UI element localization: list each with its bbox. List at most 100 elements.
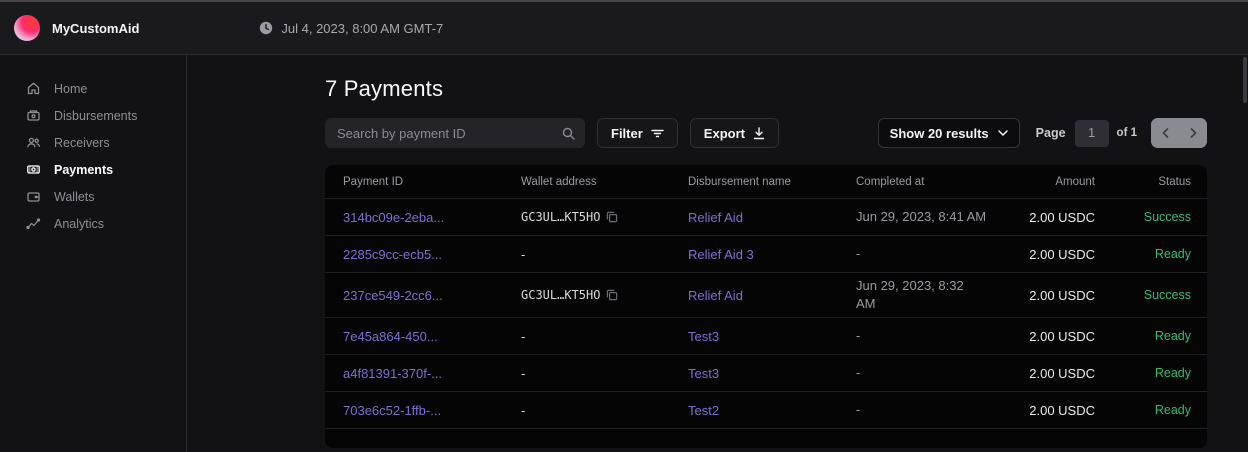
table-row-partial xyxy=(325,428,1207,448)
status-badge: Success xyxy=(1095,210,1207,224)
filter-button[interactable]: Filter xyxy=(597,118,678,148)
wallet-address-text: - xyxy=(521,329,525,344)
payments-icon xyxy=(26,162,41,177)
search-icon xyxy=(562,127,575,140)
column-header: Payment ID xyxy=(325,176,521,188)
payment-id-link[interactable]: 703e6c52-1ffb-... xyxy=(325,403,521,418)
disbursement-link[interactable]: Relief Aid xyxy=(688,210,856,225)
sidebar-item-disbursements[interactable]: Disbursements xyxy=(0,102,186,129)
results-per-page-select[interactable]: Show 20 results xyxy=(878,118,1020,148)
sidebar-item-analytics[interactable]: Analytics xyxy=(0,210,186,237)
pager-buttons xyxy=(1151,118,1207,148)
payment-id-link[interactable]: 2285c9cc-ecb5... xyxy=(325,247,521,262)
export-button-label: Export xyxy=(704,126,745,141)
payment-id-link[interactable]: 7e45a864-450... xyxy=(325,329,521,344)
pagination: Show 20 results Page of 1 xyxy=(878,118,1207,148)
table-row: a4f81391-370f-...-Test3-2.00 USDCReady xyxy=(325,354,1207,391)
next-page-button[interactable] xyxy=(1179,118,1207,148)
wallet-address-text: - xyxy=(521,403,525,418)
wallet-address-text: GC3UL…KT5HO xyxy=(521,288,600,302)
wallet-address: - xyxy=(521,329,688,344)
disbursement-link[interactable]: Test3 xyxy=(688,329,856,344)
sidebar-item-wallets[interactable]: Wallets xyxy=(0,183,186,210)
completed-at: - xyxy=(856,245,1016,263)
scrollbar-thumb[interactable] xyxy=(1243,57,1247,103)
brand-name: MyCustomAid xyxy=(52,21,139,36)
payment-id-link[interactable]: 314bc09e-2eba... xyxy=(325,210,521,225)
sidebar-item-label: Disbursements xyxy=(54,109,137,123)
copy-icon[interactable] xyxy=(606,211,618,223)
payments-table: Payment IDWallet addressDisbursement nam… xyxy=(325,165,1207,448)
page-number-input[interactable] xyxy=(1075,120,1109,147)
wallet-address: GC3UL…KT5HO xyxy=(521,288,688,302)
page-label: Page xyxy=(1036,126,1066,140)
table-body: 314bc09e-2eba...GC3UL…KT5HORelief AidJun… xyxy=(325,198,1207,428)
table-row: 7e45a864-450...-Test3-2.00 USDCReady xyxy=(325,317,1207,354)
sidebar-item-label: Payments xyxy=(54,163,113,177)
sidebar-item-label: Analytics xyxy=(54,217,104,231)
home-icon xyxy=(26,81,41,96)
table-header-row: Payment IDWallet addressDisbursement nam… xyxy=(325,165,1207,198)
wallet-address: - xyxy=(521,247,688,262)
status-badge: Ready xyxy=(1095,366,1207,380)
column-header: Wallet address xyxy=(521,176,688,188)
prev-page-button[interactable] xyxy=(1151,118,1179,148)
disbursement-link[interactable]: Relief Aid xyxy=(688,288,856,303)
sidebar: Home Disbursements Receivers Payments Wallet… xyxy=(0,55,187,452)
disbursement-link[interactable]: Test3 xyxy=(688,366,856,381)
status-badge: Success xyxy=(1095,288,1207,302)
clock-icon xyxy=(259,21,273,35)
export-button[interactable]: Export xyxy=(690,118,779,148)
column-header: Completed at xyxy=(856,176,1016,188)
completed-at: Jun 29, 2023, 8:32 AM xyxy=(856,277,1016,313)
completed-at: - xyxy=(856,401,1016,419)
table-row: 703e6c52-1ffb-...-Test2-2.00 USDCReady xyxy=(325,391,1207,428)
timestamp: Jul 4, 2023, 8:00 AM GMT-7 xyxy=(281,21,443,36)
sidebar-item-label: Home xyxy=(54,82,87,96)
amount: 2.00 USDC xyxy=(1016,329,1095,344)
wallet-address: - xyxy=(521,403,688,418)
sidebar-item-home[interactable]: Home xyxy=(0,75,186,102)
status-badge: Ready xyxy=(1095,329,1207,343)
completed-at: - xyxy=(856,364,1016,382)
filter-icon xyxy=(651,128,664,139)
chevron-down-icon xyxy=(998,130,1008,136)
amount: 2.00 USDC xyxy=(1016,403,1095,418)
main-content: 7 Payments Filter Export xyxy=(187,55,1248,452)
wallet-address: GC3UL…KT5HO xyxy=(521,210,688,224)
table-row: 314bc09e-2eba...GC3UL…KT5HORelief AidJun… xyxy=(325,198,1207,235)
sidebar-item-receivers[interactable]: Receivers xyxy=(0,129,186,156)
results-per-page-label: Show 20 results xyxy=(890,126,989,141)
sidebar-item-payments[interactable]: Payments xyxy=(0,156,186,183)
wallet-address-text: GC3UL…KT5HO xyxy=(521,210,600,224)
disbursements-icon xyxy=(26,108,41,123)
disbursement-link[interactable]: Relief Aid 3 xyxy=(688,247,856,262)
copy-icon[interactable] xyxy=(606,289,618,301)
app-logo xyxy=(14,15,40,41)
payment-id-link[interactable]: 237ce549-2cc6... xyxy=(325,288,521,303)
table-row: 237ce549-2cc6...GC3UL…KT5HO Relief AidJun… xyxy=(325,272,1207,317)
disbursement-link[interactable]: Test2 xyxy=(688,403,856,418)
download-icon xyxy=(753,127,765,140)
search-input[interactable] xyxy=(337,126,562,141)
wallet-address: - xyxy=(521,366,688,381)
table-row: 2285c9cc-ecb5...-Relief Aid 3-2.00 USDCR… xyxy=(325,235,1207,272)
filter-button-label: Filter xyxy=(611,126,643,141)
sidebar-item-label: Wallets xyxy=(54,190,95,204)
completed-at: - xyxy=(856,327,1016,345)
wallets-icon xyxy=(26,189,41,204)
amount: 2.00 USDC xyxy=(1016,210,1095,225)
controls-row: Filter Export Show 20 results Pag xyxy=(325,118,1207,148)
column-header: Status xyxy=(1095,176,1207,188)
wallet-address-text: - xyxy=(521,247,525,262)
status-badge: Ready xyxy=(1095,247,1207,261)
amount: 2.00 USDC xyxy=(1016,366,1095,381)
analytics-icon xyxy=(26,216,41,231)
topbar: MyCustomAid Jul 4, 2023, 8:00 AM GMT-7 xyxy=(0,2,1248,55)
sidebar-item-label: Receivers xyxy=(54,136,110,150)
payment-id-link[interactable]: a4f81391-370f-... xyxy=(325,366,521,381)
amount: 2.00 USDC xyxy=(1016,288,1095,303)
search-box[interactable] xyxy=(325,118,585,148)
receivers-icon xyxy=(26,135,41,150)
column-header: Disbursement name xyxy=(688,176,856,188)
